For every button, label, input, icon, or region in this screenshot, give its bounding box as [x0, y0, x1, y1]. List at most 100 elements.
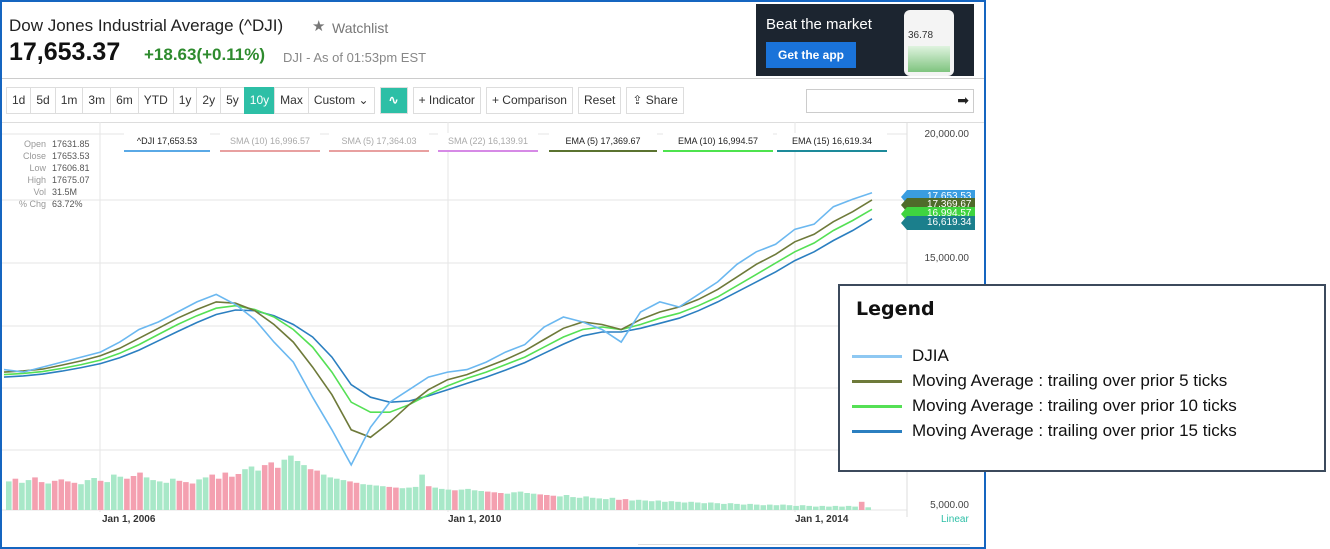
legend-item: Moving Average : trailing over prior 15 … — [852, 421, 1237, 441]
x-tick-label: Jan 1, 2010 — [448, 514, 502, 525]
volume-bar — [366, 484, 373, 510]
range-button-ytd[interactable]: YTD — [137, 87, 174, 114]
range-button-5y[interactable]: 5y — [220, 87, 245, 114]
volume-bar — [596, 498, 603, 510]
stat-row: High 17675.07 — [16, 174, 89, 186]
arrow-right-icon[interactable]: ➡ — [957, 92, 969, 109]
volume-bar — [373, 485, 379, 510]
indicator-chip[interactable]: SMA (10) 16,996.57 — [220, 133, 320, 152]
range-button-1y[interactable]: 1y — [172, 87, 198, 114]
scale-toggle[interactable]: Linear — [941, 514, 969, 525]
volume-bar — [150, 480, 156, 510]
volume-bar — [97, 480, 104, 510]
indicator-chip[interactable]: ^DJI 17,653.53 — [124, 133, 210, 152]
legend-item: DJIA — [852, 346, 949, 366]
y-tick-label: 15,000.00 — [924, 253, 970, 264]
stat-key: High — [27, 175, 46, 185]
volume-bar — [452, 490, 458, 510]
volume-bar — [629, 500, 635, 510]
range-button-10y[interactable]: 10y — [243, 87, 276, 114]
volume-bar — [609, 497, 616, 510]
volume-bar — [235, 474, 242, 510]
volume-bar — [65, 481, 71, 510]
volume-bar — [84, 480, 91, 510]
volume-bar — [347, 481, 353, 510]
series-line — [3, 192, 873, 467]
range-button-3m[interactable]: 3m — [82, 87, 112, 114]
symbol-search-input[interactable]: ➡ — [806, 89, 974, 113]
indicator-button[interactable]: + Indicator — [412, 87, 481, 114]
app-ad-banner[interactable]: Beat the market Get the app 36.78 — [756, 4, 974, 76]
indicator-chip[interactable]: SMA (5) 17,364.03 — [329, 133, 429, 152]
phone-value: 36.78 — [908, 30, 934, 41]
volume-bar — [386, 486, 393, 510]
volume-bar — [124, 478, 130, 510]
custom-range-dropdown[interactable]: Custom ⌄ — [307, 87, 375, 114]
legend-swatch — [852, 354, 902, 358]
volume-bar — [793, 505, 799, 510]
volume-bar — [845, 505, 852, 510]
volume-bar — [130, 476, 137, 510]
range-button-6m[interactable]: 6m — [110, 87, 139, 114]
volume-bar — [6, 481, 12, 510]
get-app-button[interactable]: Get the app — [766, 42, 856, 68]
volume-bar — [248, 466, 255, 510]
legend-swatch — [852, 429, 902, 433]
volume-bar — [340, 480, 347, 510]
volume-bar — [603, 499, 609, 510]
range-button-1m[interactable]: 1m — [54, 87, 84, 114]
comparison-button[interactable]: + Comparison — [485, 87, 573, 114]
volume-bar — [320, 474, 327, 510]
volume-bar — [832, 505, 839, 510]
range-button-5d[interactable]: 5d — [30, 87, 56, 114]
range-button-2y[interactable]: 2y — [196, 87, 222, 114]
y-tick-label: 5,000.00 — [930, 500, 969, 511]
volume-bar — [202, 477, 209, 510]
reset-button[interactable]: Reset — [577, 87, 622, 114]
volume-bar — [288, 455, 294, 510]
indicator-chip[interactable]: EMA (10) 16,994.57 — [663, 133, 773, 152]
volume-bar — [537, 494, 543, 510]
volume-bar — [668, 501, 675, 510]
legend-label: Moving Average : trailing over prior 5 t… — [912, 371, 1228, 390]
volume-bar — [589, 497, 596, 510]
stat-row: Low 17606.81 — [16, 162, 89, 174]
line-chart-icon[interactable]: ∿ — [379, 87, 408, 114]
range-button-1d[interactable]: 1d — [6, 87, 32, 114]
indicator-chip[interactable]: EMA (5) 17,369.67 — [549, 133, 657, 152]
indicator-chip[interactable]: SMA (22) 16,139.91 — [438, 133, 538, 152]
share-icon: ⇪ — [632, 93, 643, 107]
watchlist-link[interactable]: Watchlist — [332, 20, 388, 36]
volume-bar — [544, 495, 550, 510]
volume-bar — [524, 493, 530, 510]
volume-bar — [622, 499, 629, 510]
volume-bar — [701, 503, 707, 510]
volume-bar — [301, 465, 307, 510]
volume-bar — [91, 478, 97, 510]
share-button[interactable]: ⇪ Share — [626, 87, 684, 114]
volume-bar — [19, 482, 25, 510]
range-button-max[interactable]: Max — [274, 87, 309, 114]
volume-bar — [393, 487, 399, 510]
volume-bar — [12, 478, 19, 510]
indicator-chip[interactable]: EMA (15) 16,619.34 — [777, 133, 887, 152]
volume-bar — [255, 470, 261, 510]
volume-bar — [865, 507, 871, 510]
volume-bar — [425, 486, 432, 510]
volume-bar — [767, 504, 773, 510]
legend-label: Moving Average : trailing over prior 10 … — [912, 396, 1237, 415]
range-toolbar: 1d 5d 1m 3m 6m YTD 1y 2y 5y 10y Max Custom ⌄ ∿ + Indi… — [6, 87, 684, 114]
legend-swatch — [852, 404, 902, 408]
volume-bar — [38, 482, 45, 510]
volume-bar — [839, 506, 845, 510]
volume-bar — [45, 483, 51, 510]
stat-key: Close — [22, 151, 46, 161]
volume-bar — [222, 472, 229, 510]
stat-row: Open 17631.85 — [16, 138, 90, 150]
star-icon[interactable]: ★ — [312, 17, 325, 35]
volume-bar — [25, 480, 32, 510]
volume-bar — [694, 502, 701, 510]
ad-headline: Beat the market — [766, 16, 872, 33]
price-tag: 16,619.34 — [901, 216, 975, 230]
volume-bar — [465, 488, 471, 510]
